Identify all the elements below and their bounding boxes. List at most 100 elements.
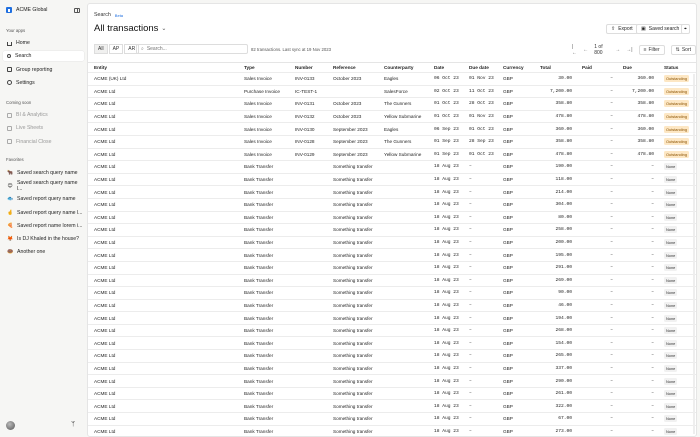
table-cell: GBP: [503, 365, 513, 371]
status-badge: None: [664, 213, 678, 221]
column-header[interactable]: Entity: [88, 65, 238, 70]
table-row[interactable]: ACME Ltd Bank Transfer Something transfer 1…: [88, 174, 696, 187]
column-header[interactable]: Due: [617, 65, 658, 70]
column-header[interactable]: Reference: [327, 65, 378, 70]
favorite-item[interactable]: 🦊 Is DJ Khaled in the house?: [3, 234, 84, 244]
sidebar-item-search[interactable]: Search: [3, 51, 84, 62]
next-page-icon[interactable]: →: [615, 47, 620, 53]
table-cell: ACME Ltd: [94, 189, 116, 195]
pin-button[interactable]: ⌖: [681, 24, 690, 34]
collapse-sidebar-icon[interactable]: [74, 8, 80, 13]
page-title-text: All transactions: [94, 23, 159, 34]
table-row[interactable]: ACME (UK) Ltd Sales Invoice INV-0133 Octobe…: [88, 73, 696, 86]
table-row[interactable]: ACME Ltd Sales Invoice INV-0132 October 202…: [88, 111, 696, 124]
column-header[interactable]: Total: [534, 65, 576, 70]
table-row[interactable]: ACME Ltd Bank Transfer Something transfer 1…: [88, 237, 696, 250]
user-avatar[interactable]: [6, 421, 15, 430]
table-row[interactable]: ACME Ltd Bank Transfer Something transfer 1…: [88, 161, 696, 174]
status-badge: None: [664, 251, 678, 259]
sidebar-item-label: Group reporting: [16, 66, 53, 73]
search-input[interactable]: [146, 46, 237, 52]
table-row[interactable]: ACME Ltd Sales Invoice INV-0130 September 2…: [88, 123, 696, 136]
column-header[interactable]: Number: [289, 65, 327, 70]
column-header[interactable]: Paid: [576, 65, 617, 70]
favorite-item[interactable]: 😊 Saved search query name l...: [3, 180, 84, 192]
table-row[interactable]: ACME Ltd Bank Transfer Something transfer 1…: [88, 312, 696, 325]
sort-button[interactable]: ⇅ Sort: [670, 45, 696, 55]
table-cell: ACME Ltd: [94, 340, 116, 346]
table-row[interactable]: ACME Ltd Bank Transfer Something transfer 1…: [88, 325, 696, 338]
breadcrumb-search[interactable]: Search: [94, 12, 111, 18]
column-header[interactable]: Counterparty: [378, 65, 428, 70]
sidebar-item-bi[interactable]: BI & Analytics: [3, 110, 84, 120]
page-title[interactable]: All transactions ⌄: [94, 23, 166, 34]
table-row[interactable]: ACME Ltd Bank Transfer Something transfer 1…: [88, 350, 696, 363]
column-header[interactable]: Due date: [463, 65, 497, 70]
filter-button[interactable]: ≡ Filter: [638, 45, 665, 55]
table-cell: –: [610, 177, 613, 183]
saved-search-button[interactable]: ▣ Saved search: [636, 24, 685, 34]
table-row[interactable]: ACME Ltd Bank Transfer Something transfer 1…: [88, 249, 696, 262]
column-header[interactable]: Currency: [497, 65, 534, 70]
table-row[interactable]: ACME Ltd Bank Transfer Something transfer 1…: [88, 275, 696, 288]
column-header[interactable]: Date: [428, 65, 463, 70]
status-cell: None: [658, 264, 696, 272]
status-badge: None: [664, 301, 678, 309]
table-row[interactable]: ACME Ltd Bank Transfer Something transfer 1…: [88, 262, 696, 275]
table-cell: 02 Oct 23: [434, 88, 459, 94]
sidebar-item-home[interactable]: Home: [3, 38, 84, 48]
column-header[interactable]: Type: [238, 65, 289, 70]
segment-all[interactable]: All: [94, 44, 108, 54]
table-cell: 360.00: [637, 126, 654, 132]
table-cell: 18 Aug 23: [434, 227, 459, 233]
table-cell: Sales Invoice: [244, 151, 272, 157]
segment-ap[interactable]: AP: [108, 44, 124, 54]
sidebar-item-group[interactable]: Group reporting: [3, 65, 84, 75]
table-row[interactable]: ACME Ltd Bank Transfer Something transfer 1…: [88, 337, 696, 351]
table-cell: GBP: [503, 315, 513, 321]
table-cell: –: [651, 290, 654, 296]
table-row[interactable]: ACME Ltd Sales Invoice INV-0128 September 2…: [88, 136, 696, 149]
table-row[interactable]: ACME Ltd Bank Transfer Something transfer 1…: [88, 212, 696, 225]
table-row[interactable]: ACME Ltd Bank Transfer Something transfer 1…: [88, 400, 696, 414]
table-row[interactable]: ACME Ltd Sales Invoice INV-0129 September 2…: [88, 149, 696, 162]
sidebar-item-live[interactable]: Live Sheets: [3, 123, 84, 133]
table-cell: 18 Aug 23: [434, 177, 459, 183]
table-row[interactable]: ACME Ltd Bank Transfer Something transfer 1…: [88, 363, 696, 376]
table-row[interactable]: ACME Ltd Bank Transfer Something transfer 1…: [88, 287, 696, 300]
favorite-item[interactable]: 🤞 Saved report query name l...: [3, 208, 84, 218]
table-row[interactable]: ACME Ltd Bank Transfer Something transfer 1…: [88, 388, 696, 401]
favorite-item[interactable]: 🐟 Saved report query name: [3, 194, 84, 204]
status-cell: None: [658, 415, 696, 423]
status-cell: None: [658, 213, 696, 221]
table-cell: 360.00: [637, 76, 654, 82]
favorite-item[interactable]: 🍩 Another one: [3, 247, 84, 257]
column-header[interactable]: Status: [658, 65, 696, 70]
last-page-icon[interactable]: →|: [626, 47, 632, 53]
favorite-item[interactable]: 🐂 Saved search query name: [3, 168, 84, 178]
table-row[interactable]: ACME Ltd Bank Transfer Something transfer 1…: [88, 224, 696, 237]
table-row[interactable]: ACME Ltd Purchase Invoice IC-TEST-1 SalesFo…: [88, 86, 696, 99]
table-cell: –: [610, 114, 613, 120]
org-switcher[interactable]: ACME Global: [6, 7, 47, 13]
table-scrollbar[interactable]: [693, 74, 695, 434]
export-button[interactable]: ⇪ Export: [606, 24, 638, 34]
table-cell: 265.00: [555, 353, 572, 359]
table-row[interactable]: ACME Ltd Bank Transfer Something transfer 1…: [88, 426, 696, 436]
first-page-icon[interactable]: |←: [572, 44, 577, 56]
sidebar-item-fin[interactable]: Financial Close: [3, 137, 84, 147]
favorite-item[interactable]: 🍕 Saved report name lorem i...: [3, 221, 84, 231]
table-cell: GBP: [503, 114, 513, 120]
table-row[interactable]: ACME Ltd Bank Transfer Something transfer 1…: [88, 186, 696, 199]
status-badge: None: [664, 415, 678, 423]
sidebar-item-gear[interactable]: Settings: [3, 78, 84, 88]
table-row[interactable]: ACME Ltd Bank Transfer Something transfer 1…: [88, 300, 696, 313]
table-cell: ACME Ltd: [94, 240, 116, 246]
assistant-icon[interactable]: ᛘ: [71, 421, 75, 428]
sidebar-item-label: Live Sheets: [16, 125, 44, 132]
table-row[interactable]: ACME Ltd Bank Transfer Something transfer 1…: [88, 199, 696, 212]
prev-page-icon[interactable]: ←: [583, 47, 588, 53]
table-row[interactable]: ACME Ltd Bank Transfer Something transfer 1…: [88, 413, 696, 426]
table-row[interactable]: ACME Ltd Sales Invoice INV-0131 October 202…: [88, 98, 696, 111]
table-row[interactable]: ACME Ltd Bank Transfer Something transfer 1…: [88, 375, 696, 388]
